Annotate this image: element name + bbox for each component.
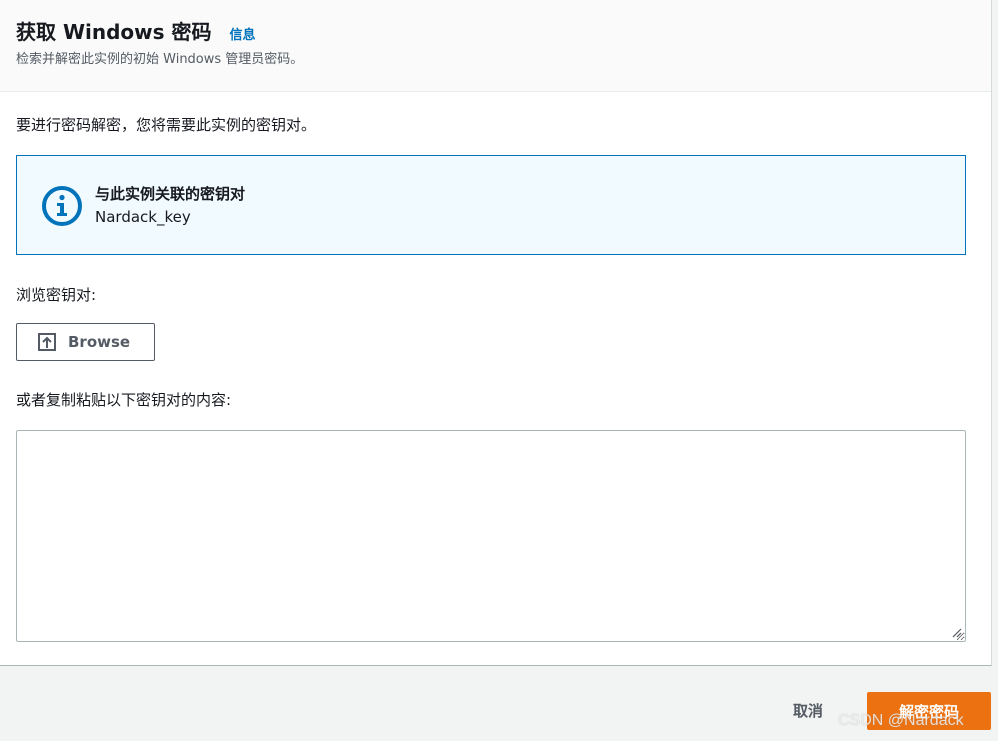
decrypt-password-button[interactable]: 解密密码 — [867, 692, 991, 730]
key-pair-name: Nardack_key — [95, 208, 191, 226]
alert-title: 与此实例关联的密钥对 — [95, 185, 246, 203]
paste-label: 或者复制粘贴以下密钥对的内容: — [16, 391, 232, 409]
upload-icon — [38, 333, 56, 351]
info-circle-icon — [42, 186, 82, 226]
key-pair-info-alert: 与此实例关联的密钥对 Nardack_key — [16, 155, 966, 255]
key-pair-textarea[interactable] — [16, 430, 966, 642]
cancel-button[interactable]: 取消 — [785, 698, 831, 723]
intro-text: 要进行密码解密，您将需要此实例的密钥对。 — [16, 116, 317, 134]
dialog-subtitle: 检索并解密此实例的初始 Windows 管理员密码。 — [16, 52, 304, 67]
dialog-header: 获取 Windows 密码 信息 检索并解密此实例的初始 Windows 管理员… — [0, 0, 991, 92]
browse-label: 浏览密钥对: — [16, 286, 97, 304]
title-row: 获取 Windows 密码 信息 — [16, 16, 256, 45]
get-windows-password-dialog: 获取 Windows 密码 信息 检索并解密此实例的初始 Windows 管理员… — [0, 0, 992, 666]
browse-button[interactable]: Browse — [16, 323, 155, 361]
browse-button-label: Browse — [68, 333, 131, 351]
dialog-title: 获取 Windows 密码 — [16, 20, 212, 44]
resize-handle-icon[interactable] — [951, 627, 962, 638]
info-link[interactable]: 信息 — [230, 24, 256, 43]
